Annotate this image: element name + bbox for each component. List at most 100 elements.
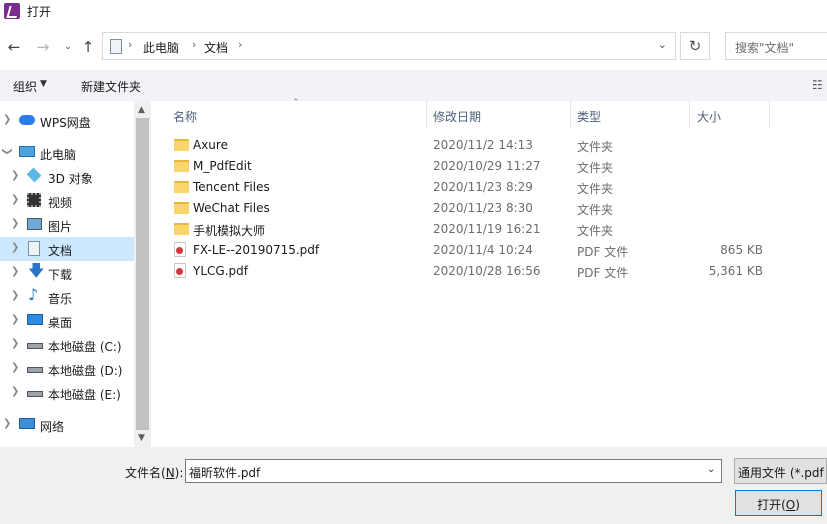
nav-item-wps-cloud[interactable]: ❯ WPS网盘	[0, 109, 134, 133]
drive-icon	[27, 391, 43, 397]
nav-item-desktop[interactable]: ❯ 桌面	[0, 309, 134, 333]
nav-item-drive-d[interactable]: ❯ 本地磁盘 (D:)	[0, 357, 134, 381]
expand-arrow-icon[interactable]: ❯	[11, 170, 19, 181]
nav-item-music[interactable]: ❯ ♪ 音乐	[0, 285, 134, 309]
expand-arrow-icon[interactable]: ❯	[3, 114, 11, 125]
file-row[interactable]: Tencent Files 2020/11/23 8:29 文件夹	[151, 177, 827, 198]
collapse-arrow-icon[interactable]: ❯	[2, 147, 13, 155]
nav-item-label: WPS网盘	[40, 116, 91, 130]
drive-c-icon	[27, 343, 43, 349]
organize-button[interactable]: 组织	[13, 78, 37, 95]
file-date: 2020/10/29 11:27	[433, 159, 541, 173]
address-bar[interactable]: › 此电脑 › 文档 › ⌄	[102, 32, 676, 60]
open-access-key: O	[785, 498, 796, 512]
computer-icon	[110, 39, 122, 54]
column-header-row: ⌃ 名称 修改日期 类型 大小	[151, 98, 827, 127]
expand-arrow-icon[interactable]: ❯	[11, 218, 19, 229]
address-dropdown-icon[interactable]: ⌄	[658, 38, 667, 51]
scroll-down-icon[interactable]: ▼	[138, 433, 145, 443]
file-date: 2020/10/28 16:56	[433, 264, 541, 278]
command-toolbar: 组织 ▼ 新建文件夹 ☷	[0, 70, 827, 101]
drive-icon	[27, 367, 43, 373]
expand-arrow-icon[interactable]: ❯	[11, 386, 19, 397]
file-type-select[interactable]: 通用文件 (*.pdf	[734, 458, 827, 484]
filename-dropdown-icon[interactable]: ⌄	[707, 464, 715, 475]
column-header-size[interactable]: 大小	[697, 108, 721, 125]
document-icon	[28, 241, 40, 256]
file-type: 文件夹	[577, 140, 614, 154]
filename-input[interactable]: 福昕软件.pdf	[185, 459, 722, 483]
view-options-icon[interactable]: ☷	[812, 78, 827, 92]
forward-arrow-icon[interactable]: →	[33, 38, 53, 56]
nav-item-pictures[interactable]: ❯ 图片	[0, 213, 134, 237]
file-type: PDF 文件	[577, 266, 629, 280]
refresh-button[interactable]: ↻	[680, 32, 710, 60]
file-type: 文件夹	[577, 182, 614, 196]
recent-dropdown-icon[interactable]: ⌄	[58, 38, 78, 56]
expand-arrow-icon[interactable]: ❯	[11, 266, 19, 277]
expand-arrow-icon[interactable]: ❯	[11, 314, 19, 325]
nav-item-this-pc[interactable]: ❯ 此电脑	[0, 141, 134, 165]
file-row[interactable]: M_PdfEdit 2020/10/29 11:27 文件夹	[151, 156, 827, 177]
up-arrow-icon[interactable]: ↑	[78, 38, 98, 56]
new-folder-button[interactable]: 新建文件夹	[81, 78, 141, 95]
nav-item-label: 桌面	[48, 316, 73, 330]
cloud-icon	[19, 115, 35, 125]
scrollbar-thumb[interactable]	[136, 118, 149, 430]
filename-label-text: 文件名(	[125, 466, 166, 480]
column-header-type[interactable]: 类型	[577, 108, 601, 125]
expand-arrow-icon[interactable]: ❯	[11, 242, 19, 253]
nav-item-label: 3D 对象	[48, 172, 93, 186]
nav-item-3d-objects[interactable]: ❯ 3D 对象	[0, 165, 134, 189]
nav-item-label: 视频	[48, 196, 73, 210]
expand-arrow-icon[interactable]: ❯	[11, 290, 19, 301]
breadcrumb-separator-icon[interactable]: ›	[128, 38, 132, 51]
nav-item-label: 本地磁盘 (E:)	[48, 388, 121, 402]
file-row[interactable]: WeChat Files 2020/11/23 8:30 文件夹	[151, 198, 827, 219]
pdf-file-icon	[174, 242, 186, 257]
nav-item-drive-c[interactable]: ❯ 本地磁盘 (C:)	[0, 333, 134, 357]
back-arrow-icon[interactable]: ←	[4, 38, 24, 56]
file-row[interactable]: Axure 2020/11/2 14:13 文件夹	[151, 135, 827, 156]
app-icon	[4, 3, 20, 19]
open-button[interactable]: 打开(O)	[735, 490, 822, 516]
nav-item-documents[interactable]: ❯ 文档	[0, 237, 134, 261]
breadcrumb-separator-icon[interactable]: ›	[192, 38, 196, 51]
nav-item-label: 网络	[40, 420, 65, 434]
scroll-up-icon[interactable]: ▲	[138, 105, 145, 115]
nav-item-label: 此电脑	[40, 148, 77, 162]
file-type: 文件夹	[577, 224, 614, 238]
filename-label-end: ):	[174, 466, 184, 480]
expand-arrow-icon[interactable]: ❯	[11, 362, 19, 373]
breadcrumb-separator-icon[interactable]: ›	[238, 38, 242, 51]
column-divider[interactable]	[570, 101, 571, 127]
file-date: 2020/11/23 8:29	[433, 180, 533, 194]
column-header-date[interactable]: 修改日期	[433, 108, 481, 125]
video-icon	[27, 193, 41, 207]
file-name: Tencent Files	[193, 180, 270, 194]
expand-arrow-icon[interactable]: ❯	[3, 418, 11, 429]
file-row[interactable]: FX-LE--20190715.pdf 2020/11/4 10:24 PDF …	[151, 240, 827, 261]
file-row[interactable]: 手机模拟大师 2020/11/19 16:21 文件夹	[151, 219, 827, 240]
nav-item-downloads[interactable]: ❯ 🡇 下载	[0, 261, 134, 285]
expand-arrow-icon[interactable]: ❯	[11, 194, 19, 205]
column-header-name[interactable]: 名称	[173, 108, 197, 125]
search-input[interactable]: 搜索"文档"	[725, 32, 827, 60]
column-divider[interactable]	[426, 101, 427, 127]
folder-icon	[174, 160, 189, 172]
file-date: 2020/11/23 8:30	[433, 201, 533, 215]
nav-item-label: 本地磁盘 (D:)	[48, 364, 123, 378]
column-divider[interactable]	[689, 101, 690, 127]
nav-item-drive-e[interactable]: ❯ 本地磁盘 (E:)	[0, 381, 134, 405]
file-name: M_PdfEdit	[193, 159, 252, 173]
file-row[interactable]: YLCG.pdf 2020/10/28 16:56 PDF 文件 5,361 K…	[151, 261, 827, 282]
breadcrumb-documents[interactable]: 文档	[204, 39, 228, 56]
breadcrumb-this-pc[interactable]: 此电脑	[143, 39, 179, 56]
column-divider[interactable]	[769, 101, 770, 127]
nav-item-videos[interactable]: ❯ 视频	[0, 189, 134, 213]
expand-arrow-icon[interactable]: ❯	[11, 338, 19, 349]
file-name: WeChat Files	[193, 201, 270, 215]
nav-item-network[interactable]: ❯ 网络	[0, 413, 134, 437]
organize-dropdown-icon[interactable]: ▼	[40, 79, 47, 89]
folder-icon	[174, 139, 189, 151]
